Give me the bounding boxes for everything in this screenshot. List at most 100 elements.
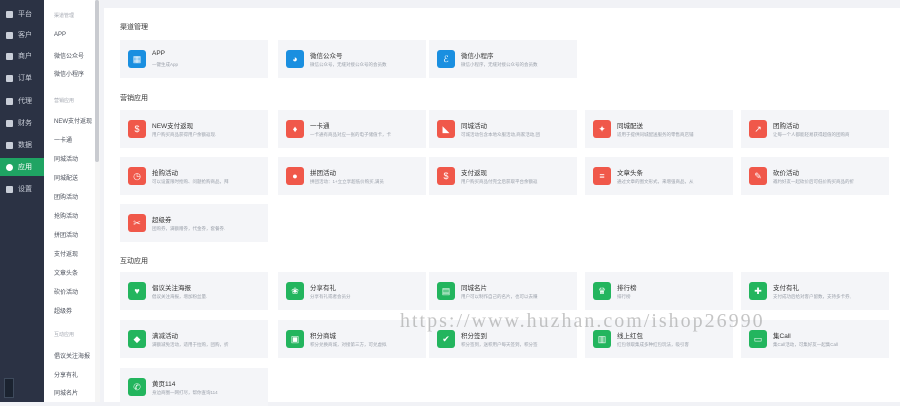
app-card[interactable]: ↗ 团购活动 让每一个人都能轻易获得超值的团购商	[741, 110, 889, 148]
nav-item-label: 代理	[18, 98, 32, 105]
app-card[interactable]: ◕ 微信公众号 微信公众号，无缝对接公众号的会员数	[278, 40, 426, 78]
app-card-desc: 分享有礼或者会员分	[310, 294, 351, 299]
nav-item-label: 订单	[18, 75, 32, 82]
app-card[interactable]: ◆ 满减活动 满额减免活动，适用于拉购，团购，折	[120, 320, 268, 358]
app-card-title: 排行榜	[617, 285, 637, 292]
monitor-icon	[6, 10, 13, 18]
timer-icon: ◷	[128, 167, 146, 185]
app-card-title: 同城名片	[461, 285, 487, 292]
app-card[interactable]: ✚ 支付有礼 支付成功后给对客户留数，支持多卡券,	[741, 272, 889, 310]
nav-item-3[interactable]: 订单	[0, 69, 44, 87]
app-card[interactable]: ♛ 排行榜 排行榜	[585, 272, 733, 310]
app-card-title: 同城配送	[617, 123, 643, 130]
app-card-desc: 红包领取集成多种红包玩法，吸引客	[617, 342, 689, 347]
nav-item-2[interactable]: 商户	[0, 47, 44, 65]
app-card-desc: 微信小程序，无缝对接公众号的会员数	[461, 62, 538, 67]
app-card-title: 拼团活动	[310, 170, 336, 177]
watermark-text: https://www.huzhan.com/ishop26990	[400, 310, 765, 332]
nav-item-8[interactable]: 设置	[0, 180, 44, 198]
sub-sidebar-item[interactable]: 抢购活动	[54, 211, 78, 220]
app-card-title: 同城活动	[461, 123, 487, 130]
sub-sidebar-scroll-thumb[interactable]	[95, 0, 99, 162]
app-card[interactable]: ✆ 黄页114 身边商圈一网打尽，帮你查询114	[120, 368, 268, 406]
sub-sidebar-item[interactable]: 砍价活动	[54, 287, 78, 296]
app-card[interactable]: ♦ 一卡通 一卡通有商品对应一张的电子储值卡，卡	[278, 110, 426, 148]
money-bag-icon: $	[128, 120, 146, 138]
app-card-title: 团购活动	[773, 123, 799, 130]
app-card-desc: 可以设置限时抢购、问题抢购商品，拜	[152, 179, 229, 184]
sub-sidebar-item[interactable]: 支付返现	[54, 249, 78, 258]
app-card[interactable]: ▦ APP 一键生成App	[120, 40, 268, 78]
app-card-desc: 排行榜	[617, 294, 631, 299]
sub-sidebar-item[interactable]: 同城活动	[54, 154, 78, 163]
sub-sidebar-item[interactable]: 拼团活动	[54, 230, 78, 239]
nav-item-label: 应用	[18, 164, 32, 171]
card-icon: ▤	[437, 282, 455, 300]
section-title-interactive: 互动应用	[120, 258, 148, 265]
app-card-desc: 倡议关注海报，增加粉丝量.	[152, 294, 208, 299]
nav-item-5[interactable]: 财务	[0, 114, 44, 132]
sub-sidebar-item[interactable]: 一卡通	[54, 135, 72, 144]
section-title-marketing: 营销应用	[120, 95, 148, 102]
app-card-desc: 邀约好友一起砍价后可低价购买商品的折	[773, 179, 854, 184]
app-card[interactable]: ● 拼团活动 拼团活动：1+立立享超低价购买,满员	[278, 157, 426, 195]
sub-sidebar-item[interactable]: 团购活动	[54, 192, 78, 201]
app-card-title: 一卡通	[310, 123, 330, 130]
sub-sidebar-item[interactable]: 分享有礼	[54, 370, 78, 379]
app-card[interactable]: $ 支付返现 用户购买商品付完全后获取平台余额返	[429, 157, 577, 195]
app-card-title: 分享有礼	[310, 285, 336, 292]
sub-sidebar-item[interactable]: 同城配送	[54, 173, 78, 182]
building-icon	[6, 97, 13, 105]
nav-item-7[interactable]: 应用	[0, 158, 44, 176]
cash-bag-icon: $	[437, 167, 455, 185]
app-card-desc: 用户购买商品付完全后获取平台余额返	[461, 179, 538, 184]
sub-sidebar-item[interactable]: 同城名片	[54, 388, 78, 397]
wallet-icon	[6, 119, 13, 127]
nav-item-0[interactable]: 平台	[0, 5, 44, 23]
share-icon: ↗	[749, 120, 767, 138]
app-icon	[6, 163, 13, 171]
nav-item-label: 平台	[18, 11, 32, 18]
app-card-desc: 微信公众号，无缝对接公众号的会员数	[310, 62, 387, 67]
nav-item-label: 商户	[18, 53, 32, 60]
coupon-icon: ✂	[128, 214, 146, 232]
app-card[interactable]: ≡ 文章头条 通过文章的图文形式，来增强商品，从	[585, 157, 733, 195]
app-card-desc: 一键生成App	[152, 62, 179, 67]
sub-sidebar-item[interactable]: 倡议关注海报	[54, 351, 90, 360]
sub-sidebar-item[interactable]: APP	[54, 32, 66, 38]
app-card[interactable]: ♥ 倡议关注海报 倡议关注海报，增加粉丝量.	[120, 272, 268, 310]
nav-item-6[interactable]: 数据	[0, 136, 44, 154]
list-icon	[6, 74, 13, 82]
app-card-desc: 一卡通有商品对应一张的电子储值卡，卡	[310, 132, 391, 137]
app-card[interactable]: ✦ 同城配送 适用于提供同城配送服务的零售商店铺	[585, 110, 733, 148]
app-card-desc: 可城活动包含本地众服活动,商家活动,团	[461, 132, 540, 137]
phonebook-icon: ✆	[128, 378, 146, 396]
app-card-desc: 积分签到，送积用户每天签到，积分签	[461, 342, 538, 347]
app-card-title: 超级券	[152, 217, 172, 224]
app-card-desc: 满额减免活动，适用于拉购，团购，折	[152, 342, 229, 347]
app-card[interactable]: ▤ 同城名片 用户可以制作自己的名片，也可以去赚	[429, 272, 577, 310]
app-card-title: APP	[152, 50, 166, 57]
nav-item-1[interactable]: 客户	[0, 26, 44, 44]
sub-sidebar-item[interactable]: 微信小程序	[54, 69, 84, 78]
sub-sidebar-item[interactable]: 微信公众号	[54, 51, 84, 60]
mini-program-icon: ℰ	[437, 50, 455, 68]
app-card[interactable]: $ NEW支付返现 用户购买商品获得用户余额返现.	[120, 110, 268, 148]
sub-sidebar-item[interactable]: 文章头条	[54, 268, 78, 277]
app-card[interactable]: ◣ 同城活动 可城活动包含本地众服活动,商家活动,团	[429, 110, 577, 148]
nav-item-label: 客户	[18, 32, 32, 39]
sub-sidebar-item[interactable]: NEW支付返现	[54, 116, 92, 125]
nav-item-4[interactable]: 代理	[0, 92, 44, 110]
nav-item-label: 设置	[18, 186, 32, 193]
app-card[interactable]: ◷ 抢购活动 可以设置限时抢购、问题抢购商品，拜	[120, 157, 268, 195]
app-card-desc: 身边商圈一网打尽，帮你查询114	[152, 390, 218, 395]
sub-sidebar-heading: 营销应用	[54, 98, 75, 104]
app-card[interactable]: ✎ 砍价活动 邀约好友一起砍价后可低价购买商品的折	[741, 157, 889, 195]
tag-icon: ◆	[128, 330, 146, 348]
app-card[interactable]: ℰ 微信小程序 微信小程序，无缝对接公众号的会员数	[429, 40, 577, 78]
grid-icon: ▦	[128, 50, 146, 68]
app-card[interactable]: ❀ 分享有礼 分享有礼或者会员分	[278, 272, 426, 310]
app-card[interactable]: ✂ 超级券 团购券，满额赠券，代金券，套餐券.	[120, 204, 268, 242]
app-card-title: 集Call	[773, 333, 791, 340]
sub-sidebar-item[interactable]: 超级券	[54, 306, 72, 315]
